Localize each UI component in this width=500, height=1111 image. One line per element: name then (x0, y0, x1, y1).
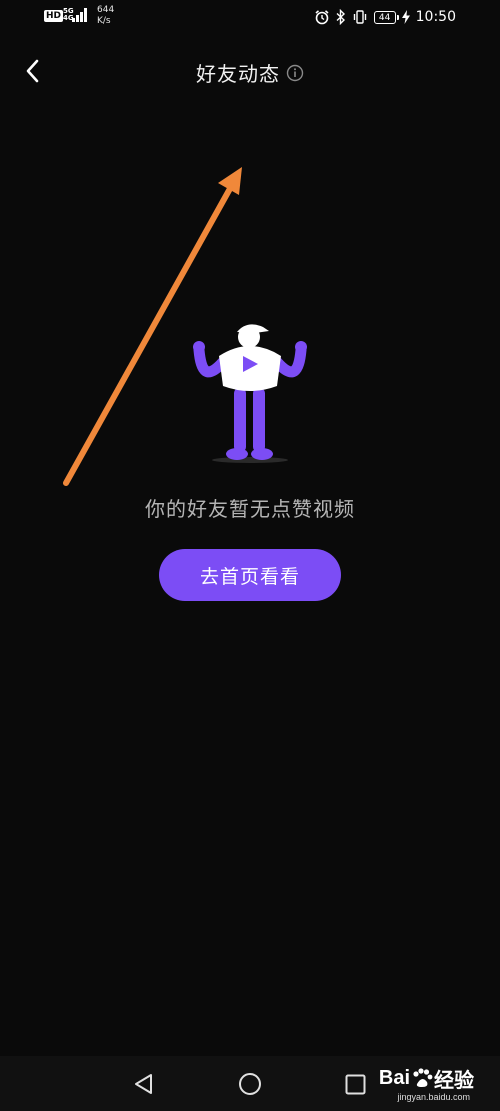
watermark-brand: Bai (378, 1066, 410, 1089)
header: 好友动态 (0, 44, 500, 100)
status-icons: 44 10:50 (314, 8, 456, 26)
vibrate-icon (353, 10, 366, 24)
page-title: 好友动态 (196, 62, 280, 86)
nav-home-icon[interactable] (238, 1072, 262, 1096)
speed-value: 644 (97, 5, 115, 15)
watermark-url: jingyan.baidu.com (397, 1092, 470, 1102)
network-speed: 644 K/s (97, 5, 114, 27)
charging-icon (401, 10, 410, 24)
nav-recent-icon[interactable] (345, 1074, 366, 1095)
signal-icon (72, 8, 87, 22)
info-icon[interactable] (286, 64, 304, 82)
watermark-brand-tail: 经验 (434, 1069, 474, 1092)
empty-message: 你的好友暂无点赞视频 (145, 497, 355, 521)
nav-back-icon[interactable] (132, 1072, 156, 1096)
bluetooth-icon (336, 9, 345, 25)
status-bar: HD 5G 4G 644 K/s 44 10:50 (0, 0, 500, 34)
alarm-icon (315, 10, 329, 25)
paw-icon (413, 1068, 433, 1087)
clock-time: 10:50 (415, 9, 456, 25)
speed-unit: K/s (97, 16, 111, 26)
hd-badge: HD (44, 10, 64, 22)
title-wrap: 好友动态 (0, 58, 500, 87)
go-home-button[interactable]: 去首页看看 (159, 549, 341, 601)
empty-state-illustration (193, 324, 307, 463)
battery-icon: 44 (373, 10, 399, 24)
